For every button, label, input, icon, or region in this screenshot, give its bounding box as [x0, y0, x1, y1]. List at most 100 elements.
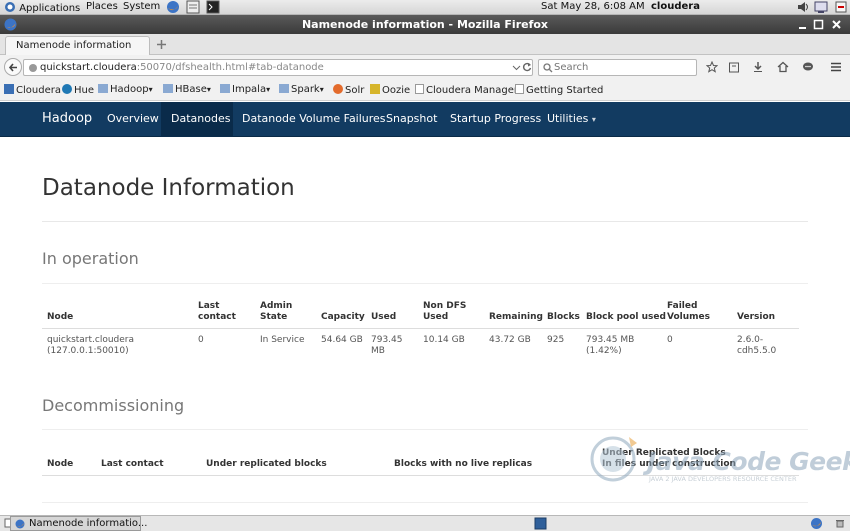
bookmarks-toolbar: Cloudera Hue Hadoop▾ HBase▾ Impala▾ Spar… — [0, 80, 850, 101]
window-title: Namenode information - Mozilla Firefox — [301, 18, 549, 31]
downloads-icon[interactable] — [752, 61, 764, 73]
bookmark-hue[interactable]: Hue — [62, 84, 94, 96]
applications-menu[interactable]: Applications — [4, 1, 80, 14]
cell-used: 793.45 MB — [371, 335, 403, 356]
system-menu[interactable]: System — [123, 1, 160, 12]
bookmark-star-icon[interactable] — [706, 61, 718, 73]
user-menu[interactable]: cloudera — [651, 1, 700, 12]
folder-icon — [279, 84, 289, 93]
tab-strip: Namenode information — [0, 34, 850, 56]
cell-remaining: 43.72 GB — [489, 335, 531, 345]
cell-node: quickstart.cloudera (127.0.0.1:50010) — [47, 335, 135, 356]
maximize-icon[interactable] — [813, 19, 824, 30]
url-bar[interactable]: quickstart.cloudera:50070/dfshealth.html… — [23, 59, 533, 76]
nav-overview[interactable]: Overview — [107, 102, 159, 137]
url-dropdown-icon[interactable] — [512, 63, 521, 72]
watermark-logo — [590, 436, 637, 482]
bookmark-solr[interactable]: Solr — [333, 84, 364, 96]
chevron-down-icon: ▾ — [266, 85, 271, 94]
bookmark-cloudera[interactable]: Cloudera — [4, 84, 61, 96]
col-header-used: Used — [371, 312, 397, 322]
bookmark-folder-spark[interactable]: Spark▾ — [279, 84, 324, 95]
chevron-down-icon: ▾ — [319, 85, 324, 94]
watermark-brand: Java Code Geeks — [647, 447, 850, 476]
nav-snapshot[interactable]: Snapshot — [386, 102, 437, 137]
brand-link[interactable]: Hadoop — [42, 102, 92, 137]
bookmark-cloudera-manager[interactable]: Cloudera Manager — [415, 84, 518, 96]
solr-icon — [333, 84, 343, 94]
cell-failed-volumes: 0 — [667, 335, 673, 345]
page-content: Datanode Information In operation Node L… — [0, 137, 850, 515]
firefox-tray-icon[interactable] — [810, 517, 823, 530]
nav-datanode-volume-failures[interactable]: Datanode Volume Failures — [242, 102, 386, 137]
window-titlebar[interactable]: Namenode information - Mozilla Firefox — [0, 15, 850, 34]
hue-icon — [62, 84, 72, 94]
col-header-version: Version — [737, 312, 776, 322]
applications-menu-label: Applications — [19, 3, 81, 14]
gnome-foot-icon — [5, 2, 15, 12]
minimize-icon[interactable] — [797, 19, 808, 30]
folder-icon — [163, 84, 173, 93]
watermark-tagline: JAVA 2 JAVA DEVELOPERS RESOURCE CENTER — [649, 475, 797, 483]
bookmark-folder-hadoop[interactable]: Hadoop▾ — [98, 84, 153, 95]
bookmark-label: Oozie — [382, 85, 411, 96]
decommissioning-heading: Decommissioning — [42, 396, 185, 415]
taskbar-window-label: Namenode informatio... — [29, 518, 148, 529]
caret-down-icon: ▾ — [591, 115, 596, 124]
hamburger-menu-icon[interactable] — [830, 61, 842, 73]
nav-utilities-label: Utilities — [547, 112, 589, 125]
workspace-switcher-icon[interactable] — [534, 517, 547, 530]
chevron-down-icon: ▾ — [148, 85, 153, 94]
page-title: Datanode Information — [42, 175, 295, 201]
bookmark-label: Getting Started — [526, 85, 604, 96]
col-header-blocks-no-live-replicas: Blocks with no live replicas — [394, 459, 533, 469]
site-info-icon[interactable] — [28, 63, 38, 73]
bookmark-folder-hbase[interactable]: HBase▾ — [163, 84, 211, 95]
cell-block-pool-used: 793.45 MB (1.42%) — [586, 335, 635, 356]
chat-icon[interactable] — [802, 61, 814, 73]
hadoop-navbar: Hadoop Overview Datanodes Datanode Volum… — [0, 102, 850, 137]
oozie-icon — [370, 84, 380, 94]
section-divider — [42, 502, 808, 503]
cell-capacity: 54.64 GB — [321, 335, 363, 345]
home-icon[interactable] — [777, 61, 789, 73]
col-header-node: Node — [47, 459, 74, 469]
in-operation-heading: In operation — [42, 249, 139, 268]
back-button[interactable] — [4, 58, 22, 76]
trash-icon[interactable] — [835, 518, 845, 528]
bookmarks-menu-icon[interactable] — [728, 61, 740, 73]
desktop-top-panel: Applications Places System Sat May 28, 6… — [0, 0, 850, 15]
nav-utilities[interactable]: Utilities ▾ — [547, 102, 596, 137]
navigation-toolbar: quickstart.cloudera:50070/dfshealth.html… — [0, 55, 850, 80]
section-divider — [42, 283, 808, 284]
bookmark-label: HBase — [175, 84, 207, 95]
bookmark-folder-impala[interactable]: Impala▾ — [220, 84, 270, 95]
chevron-down-icon: ▾ — [206, 85, 211, 94]
places-menu[interactable]: Places — [86, 1, 118, 12]
page-icon — [415, 84, 424, 94]
cell-blocks: 925 — [547, 335, 565, 345]
col-header-non-dfs-used: Non DFS Used — [423, 301, 467, 322]
nav-datanodes[interactable]: Datanodes — [171, 102, 230, 137]
taskbar-window-button[interactable]: Namenode informatio... — [10, 516, 147, 531]
cell-version: 2.6.0- cdh5.5.0 — [737, 335, 777, 356]
firefox-icon — [15, 519, 25, 529]
new-tab-icon[interactable] — [156, 39, 167, 50]
url-host: quickstart.cloudera — [40, 62, 137, 73]
search-box[interactable] — [538, 59, 697, 76]
close-icon[interactable] — [831, 19, 842, 30]
bookmark-label: Cloudera Manager — [426, 85, 518, 96]
bookmark-label: Hue — [74, 85, 95, 96]
bookmark-label: Spark — [291, 84, 320, 95]
col-header-under-replicated-blocks: Under replicated blocks — [206, 459, 327, 469]
nav-startup-progress[interactable]: Startup Progress — [450, 102, 541, 137]
cell-non-dfs-used: 10.14 GB — [423, 335, 465, 345]
clock[interactable]: Sat May 28, 6:08 AM — [541, 1, 645, 12]
browser-tab[interactable]: Namenode information — [5, 36, 150, 56]
browser-tab-label: Namenode information — [16, 40, 132, 51]
bookmark-oozie[interactable]: Oozie — [370, 84, 410, 96]
page-icon — [515, 84, 524, 94]
bookmark-getting-started[interactable]: Getting Started — [515, 84, 603, 96]
search-input[interactable] — [554, 61, 692, 74]
reload-icon[interactable] — [522, 62, 532, 72]
